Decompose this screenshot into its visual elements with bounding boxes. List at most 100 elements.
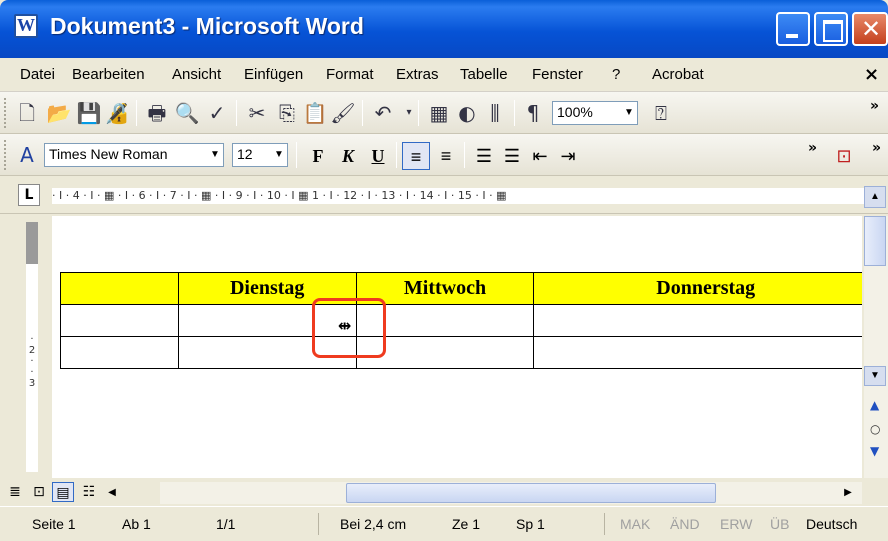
document-close-icon[interactable]: × <box>864 64 879 85</box>
undo-icon[interactable]: ↶ <box>370 100 396 126</box>
document-page[interactable]: Dienstag Mittwoch Donnerstag <box>52 216 862 478</box>
horizontal-scroll-thumb[interactable] <box>346 483 716 503</box>
underline-button[interactable]: U <box>364 142 392 170</box>
view-bar: ≣ ⊡ ▤ ☷ ◀ ▶ <box>0 478 888 506</box>
menu-fenster[interactable]: Fenster <box>532 66 583 83</box>
print-preview-icon[interactable]: 🔍 <box>174 100 200 126</box>
help-icon[interactable]: ⍰ <box>648 100 674 126</box>
status-overtype[interactable]: ÜB <box>770 516 789 532</box>
menu-tabelle[interactable]: Tabelle <box>460 66 508 83</box>
status-macro-recorder[interactable]: MAK <box>620 516 650 532</box>
status-track-changes[interactable]: ÄND <box>670 516 700 532</box>
spelling-icon[interactable]: ✓ <box>204 100 230 126</box>
menu-datei[interactable]: Datei <box>20 66 55 83</box>
table-row <box>60 336 862 369</box>
chevron-down-icon[interactable]: ▼ <box>621 102 637 124</box>
status-language: Deutsch <box>806 516 858 532</box>
tab-selector[interactable]: L <box>18 184 40 206</box>
toolbar-overflow-icon[interactable]: » <box>870 98 879 114</box>
drawing-icon[interactable]: ◐ <box>454 100 480 126</box>
menu-acrobat[interactable]: Acrobat <box>652 66 704 83</box>
horizontal-scrollbar[interactable] <box>160 482 862 504</box>
pilcrow-icon[interactable]: ¶ <box>520 100 546 126</box>
select-browse-object-icon[interactable]: ○ <box>870 422 880 436</box>
outline-view-icon[interactable]: ☷ <box>78 482 100 502</box>
numbered-list-icon[interactable]: ☰ <box>470 142 498 170</box>
align-left-icon[interactable]: ≡ <box>402 142 430 170</box>
print-layout-icon[interactable]: ▤ <box>52 482 74 502</box>
table-header-row: Dienstag Mittwoch Donnerstag <box>60 272 862 305</box>
align-center-icon[interactable]: ≡ <box>432 142 460 170</box>
zoom-select[interactable]: 100% ▼ <box>552 101 638 125</box>
status-page: Seite 1 <box>32 516 76 532</box>
table-icon[interactable]: ▦ <box>426 100 452 126</box>
cut-icon[interactable]: ✂ <box>244 100 270 126</box>
table-cell[interactable] <box>60 304 179 337</box>
table-row <box>60 304 862 337</box>
formatting-toolbar: A Times New Roman ▼ 12 ▼ F K U ≡ ≡ ☰ ☰ ⇤… <box>0 134 888 176</box>
scroll-up-icon[interactable]: ▲ <box>864 186 886 208</box>
menu-help[interactable]: ? <box>612 66 620 83</box>
status-line: Ze 1 <box>452 516 481 532</box>
italic-button[interactable]: K <box>334 142 362 170</box>
menu-ansicht[interactable]: Ansicht <box>172 66 221 83</box>
paste-icon[interactable]: 📋 <box>302 100 328 126</box>
status-column: Sp 1 <box>516 516 545 532</box>
vertical-scrollbar[interactable]: ▼ ▲ ○ ▼ <box>864 216 888 478</box>
bold-button[interactable]: F <box>304 142 332 170</box>
close-button[interactable] <box>852 12 888 46</box>
permission-icon[interactable]: 🔏 <box>104 100 130 126</box>
menu-format[interactable]: Format <box>326 66 374 83</box>
previous-page-icon[interactable]: ▲ <box>870 398 879 412</box>
chevron-down-icon[interactable]: ▼ <box>271 144 287 166</box>
vertical-ruler[interactable]: · 2 · · 3 <box>18 216 44 478</box>
columns-icon[interactable]: ⫼ <box>482 100 508 126</box>
status-extend[interactable]: ERW <box>720 516 752 532</box>
format-painter-icon[interactable]: 🖌 <box>330 100 356 126</box>
decrease-indent-icon[interactable]: ⇤ <box>526 142 554 170</box>
toolbar-grip[interactable] <box>4 140 8 170</box>
bullet-list-icon[interactable]: ☰ <box>498 142 526 170</box>
menu-extras[interactable]: Extras <box>396 66 439 83</box>
toolbar-overflow-icon[interactable]: » <box>872 140 881 156</box>
table-cell[interactable] <box>533 304 862 337</box>
toolbar-grip[interactable] <box>4 98 8 128</box>
standard-toolbar: 🗋 📂 💾 🔏 🖶 🔍 ✓ ✂ ⎘ 📋 🖌 ↶ ▾ ▦ ◐ ⫼ ¶ 100% ▼… <box>0 92 888 134</box>
scroll-thumb[interactable] <box>864 216 886 266</box>
table-cell[interactable]: Donnerstag <box>533 272 862 305</box>
styles-icon[interactable]: A <box>14 142 40 168</box>
increase-indent-icon[interactable]: ⇥ <box>554 142 582 170</box>
table-cell[interactable] <box>60 336 179 369</box>
column-resize-cursor-icon: ⇹ <box>338 316 352 335</box>
menu-einfuegen[interactable]: Einfügen <box>244 66 303 83</box>
acrobat-icon[interactable]: ⊡ <box>830 142 858 170</box>
window-title: Dokument3 - Microsoft Word <box>50 13 364 39</box>
week-table[interactable]: Dienstag Mittwoch Donnerstag <box>60 272 862 369</box>
menu-bearbeiten[interactable]: Bearbeiten <box>72 66 145 83</box>
scroll-left-icon[interactable]: ◀ <box>102 483 122 503</box>
table-cell[interactable] <box>60 272 179 305</box>
minimize-button[interactable] <box>776 12 810 46</box>
new-icon[interactable]: 🗋 <box>14 100 40 126</box>
maximize-button[interactable] <box>814 12 848 46</box>
normal-view-icon[interactable]: ≣ <box>4 482 26 502</box>
font-size-select[interactable]: 12 ▼ <box>232 143 288 167</box>
word-app-icon[interactable] <box>14 14 38 38</box>
scroll-right-icon[interactable]: ▶ <box>838 483 858 503</box>
open-icon[interactable]: 📂 <box>46 100 72 126</box>
save-icon[interactable]: 💾 <box>76 100 102 126</box>
font-select[interactable]: Times New Roman ▼ <box>44 143 224 167</box>
table-cell[interactable] <box>533 336 862 369</box>
print-icon[interactable]: 🖶 <box>144 100 170 126</box>
copy-icon[interactable]: ⎘ <box>274 100 300 126</box>
toolbar-overflow-icon[interactable]: » <box>808 140 817 156</box>
scroll-down-icon[interactable]: ▼ <box>864 366 886 386</box>
web-layout-icon[interactable]: ⊡ <box>28 482 50 502</box>
menu-bar: Datei Bearbeiten Ansicht Einfügen Format… <box>0 58 888 92</box>
horizontal-ruler[interactable]: · I · 4 · I · ▦ · I · 6 · I · 7 · I · ▦ … <box>52 188 864 204</box>
chevron-down-icon[interactable]: ▼ <box>207 144 223 166</box>
ruler-bar: L · I · 4 · I · ▦ · I · 6 · I · 7 · I · … <box>0 176 888 214</box>
status-pages: 1/1 <box>216 516 236 532</box>
next-page-icon[interactable]: ▼ <box>870 444 879 458</box>
font-size-value: 12 <box>237 146 253 162</box>
